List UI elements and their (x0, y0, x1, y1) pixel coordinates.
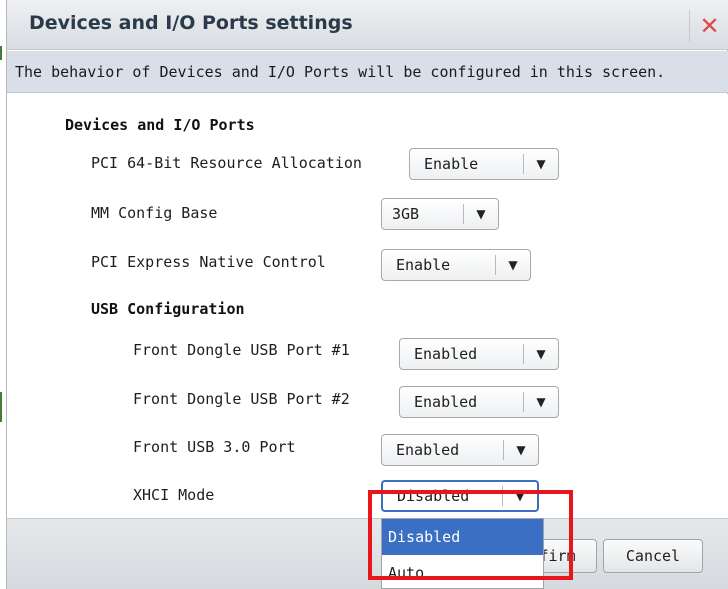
section-heading-usb: USB Configuration (91, 300, 245, 318)
select-value: 3GB (392, 205, 420, 223)
chevron-down-icon: ▼ (476, 207, 486, 221)
close-button[interactable]: ✕ (689, 10, 728, 42)
chevron-down-icon: ▼ (536, 157, 546, 171)
select-value: Enable (396, 256, 451, 274)
background-fragment (0, 46, 2, 60)
select-value: Disabled (397, 487, 470, 505)
select-value: Enable (424, 155, 479, 173)
select-xhci-mode[interactable]: Disabled ▼ (381, 480, 539, 512)
cancel-button[interactable]: Cancel (603, 539, 703, 573)
chevron-down-icon: ▼ (536, 395, 546, 409)
setting-label-mm-config: MM Config Base (91, 204, 218, 222)
setting-label-dongle-2: Front Dongle USB Port #2 (133, 390, 350, 408)
select-mm-config[interactable]: 3GB ▼ (381, 198, 499, 230)
chevron-down-icon: ▼ (515, 489, 525, 503)
dialog-description: The behavior of Devices and I/O Ports wi… (15, 63, 666, 81)
chevron-down-icon: ▼ (516, 443, 526, 457)
settings-dialog: Devices and I/O Ports settings ✕ The beh… (6, 0, 728, 589)
select-pcie-native[interactable]: Enable ▼ (381, 249, 531, 281)
select-value: Enabled (396, 441, 460, 459)
select-value: Enabled (414, 393, 478, 411)
select-dongle-2[interactable]: Enabled ▼ (399, 386, 559, 418)
setting-label-dongle-1: Front Dongle USB Port #1 (133, 341, 350, 359)
dialog-footer: Confirm Cancel (7, 518, 728, 589)
select-dongle-1[interactable]: Enabled ▼ (399, 338, 559, 370)
dropdown-option-auto[interactable]: Auto (382, 555, 543, 588)
select-value: Enabled (414, 345, 478, 363)
dropdown-option-disabled[interactable]: Disabled (382, 519, 543, 555)
chevron-down-icon: ▼ (536, 347, 546, 361)
chevron-down-icon: ▼ (508, 258, 518, 272)
dialog-titlebar: Devices and I/O Ports settings ✕ (7, 0, 728, 50)
setting-label-pcie-native: PCI Express Native Control (91, 253, 326, 271)
description-bar: The behavior of Devices and I/O Ports wi… (7, 51, 728, 93)
select-front-usb3[interactable]: Enabled ▼ (381, 434, 539, 466)
setting-label-pci-64bit: PCI 64-Bit Resource Allocation (91, 154, 362, 172)
settings-content: Devices and I/O Ports PCI 64-Bit Resourc… (7, 94, 728, 518)
setting-label-xhci: XHCI Mode (133, 486, 215, 504)
section-heading-devices: Devices and I/O Ports (65, 116, 255, 134)
setting-label-front-usb3: Front USB 3.0 Port (133, 438, 296, 456)
dialog-title: Devices and I/O Ports settings (29, 12, 353, 34)
xhci-mode-dropdown-list: Disabled Auto (381, 518, 544, 589)
close-icon: ✕ (699, 12, 720, 40)
select-pci-64bit[interactable]: Enable ▼ (409, 148, 559, 180)
background-fragment (0, 392, 2, 422)
